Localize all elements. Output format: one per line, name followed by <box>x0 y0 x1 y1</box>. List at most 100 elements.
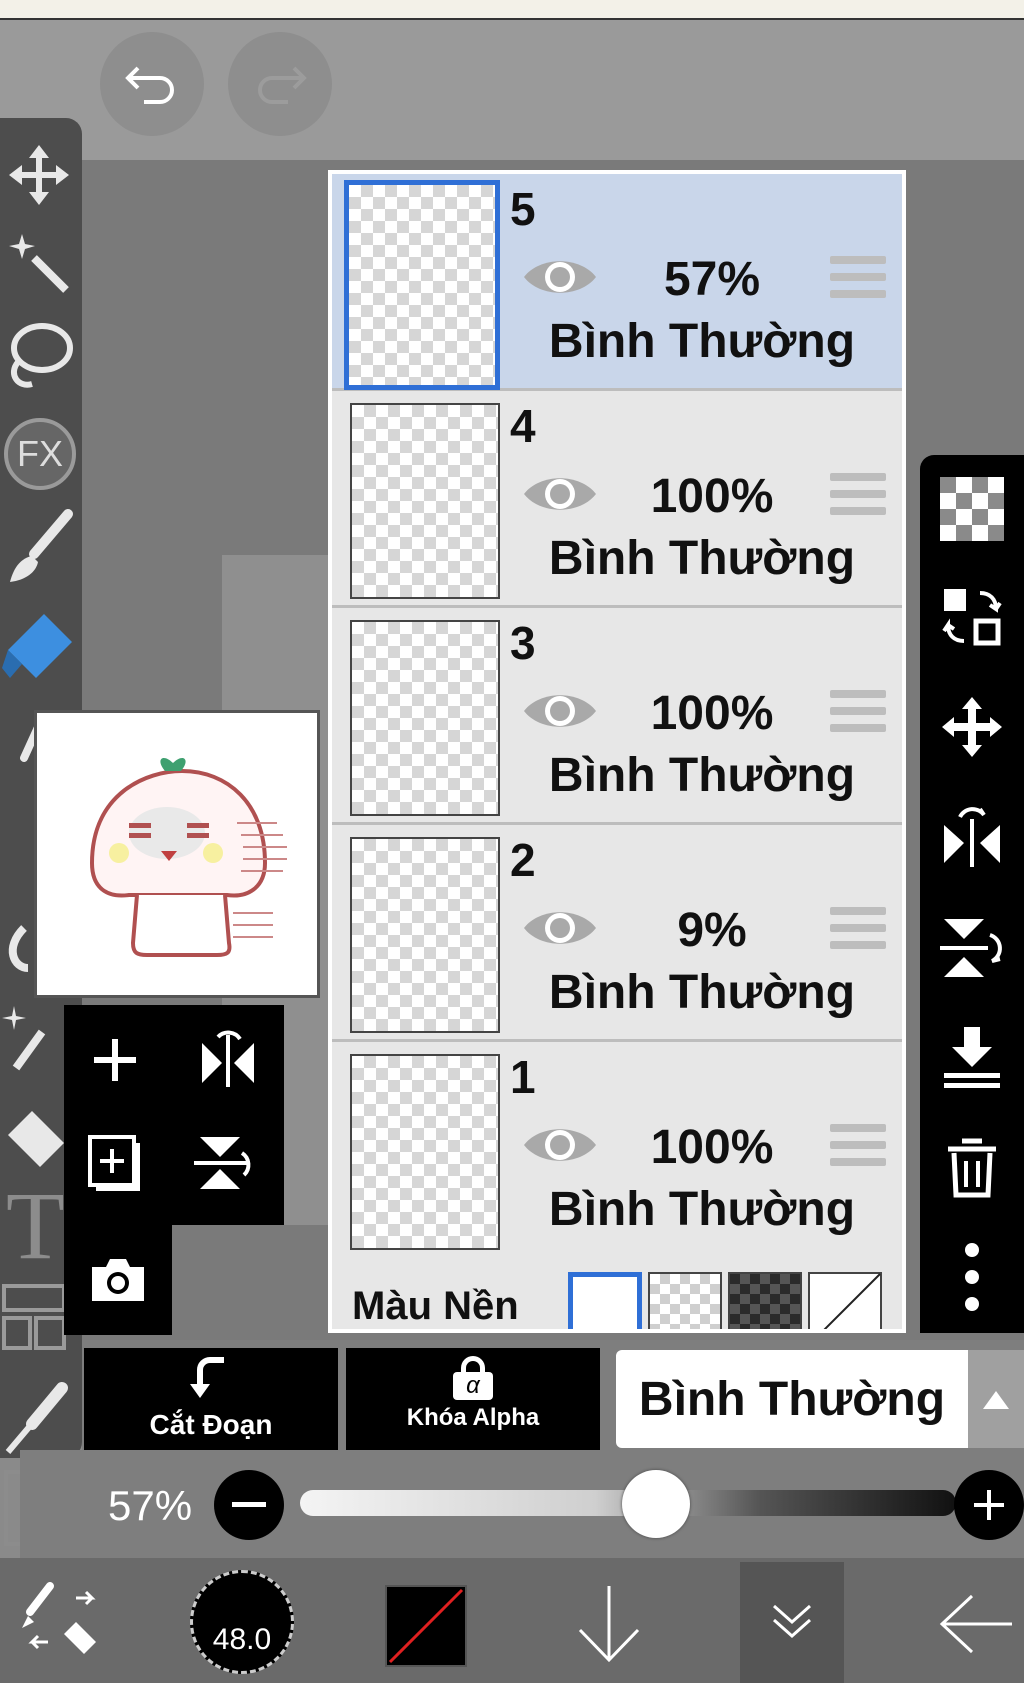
flip-horizontal-icon[interactable] <box>196 1029 260 1089</box>
plus-icon <box>974 1490 1004 1520</box>
minus-icon <box>232 1502 266 1507</box>
duplicate-layer-icon[interactable] <box>88 1135 144 1195</box>
brush-size-button[interactable]: 48.0 <box>190 1570 294 1674</box>
layer-number: 4 <box>510 400 536 452</box>
clip-arrow-icon <box>190 1357 224 1398</box>
visibility-eye-icon[interactable] <box>522 252 598 302</box>
drag-handle-icon[interactable] <box>830 907 886 958</box>
brush-eraser-toggle-icon[interactable] <box>20 1582 100 1658</box>
right-toolbar <box>920 455 1024 1333</box>
clipping-button[interactable]: Cắt Đoạn <box>84 1348 338 1452</box>
eraser-icon[interactable] <box>0 608 76 688</box>
layer-opacity: 100% <box>650 687 774 740</box>
layer-row-5[interactable]: 5 57% Bình Thường <box>332 174 902 391</box>
lock-icon: α <box>453 1356 493 1400</box>
layer-row-3[interactable]: 3 100% Bình Thường <box>332 608 902 825</box>
back-arrow-icon[interactable] <box>936 1592 1016 1656</box>
layer-blend-mode: Bình Thường <box>548 749 856 802</box>
layer-number: 2 <box>510 834 536 886</box>
layer-thumbnail[interactable] <box>350 1054 500 1250</box>
flip-vertical-icon[interactable] <box>192 1131 256 1195</box>
layer-thumbnail[interactable] <box>350 837 500 1033</box>
status-strip <box>0 0 1024 20</box>
bottom-toolbar: 48.0 <box>0 1558 1024 1683</box>
bg-transparent-swatch[interactable] <box>648 1272 722 1329</box>
layer-number: 3 <box>510 617 536 669</box>
opacity-label: 57% <box>108 1482 193 1529</box>
layer-row-1[interactable]: 1 100% Bình Thường <box>332 1042 902 1259</box>
eyedropper-icon[interactable] <box>2 1380 72 1460</box>
layer-opacity: 57% <box>663 253 761 306</box>
more-options-icon[interactable] <box>940 1243 1004 1311</box>
undo-button[interactable] <box>100 32 204 136</box>
layer-number: 5 <box>510 183 536 235</box>
alpha-lock-button[interactable]: α Khóa Alpha <box>346 1348 600 1452</box>
brush-icon[interactable] <box>4 508 74 588</box>
layer-thumbnail[interactable] <box>344 180 500 390</box>
delete-layer-icon[interactable] <box>940 1135 1004 1199</box>
lasso-icon[interactable] <box>4 318 74 398</box>
layer-panel: 5 57% Bình Thường 4 100% Bình Thường 3 1… <box>328 170 906 1333</box>
color-swatch-button[interactable] <box>384 1584 468 1668</box>
redo-button[interactable] <box>228 32 332 136</box>
visibility-eye-icon[interactable] <box>522 1120 598 1170</box>
layer-action-panel <box>64 1005 284 1335</box>
visibility-eye-icon[interactable] <box>522 903 598 953</box>
move-icon[interactable] <box>4 140 74 210</box>
alpha-lock-label: Khóa Alpha <box>406 1404 540 1431</box>
add-layer-icon[interactable] <box>90 1035 140 1085</box>
mushroom-artwork <box>89 757 287 957</box>
layer-row-2[interactable]: 2 9% Bình Thường <box>332 825 902 1042</box>
blend-mode-dropdown[interactable] <box>968 1350 1024 1448</box>
opacity-slider-thumb[interactable] <box>622 1470 690 1538</box>
flip-horizontal-icon[interactable] <box>940 805 1004 869</box>
camera-icon[interactable] <box>88 1255 148 1305</box>
drag-handle-icon[interactable] <box>830 256 886 307</box>
layer-number: 1 <box>510 1051 536 1103</box>
bg-white-swatch[interactable] <box>568 1272 642 1329</box>
fx-icon[interactable]: FX <box>4 418 76 490</box>
undo-icon <box>125 66 174 104</box>
bucket-icon[interactable] <box>2 1103 72 1173</box>
transparency-grid-icon[interactable] <box>940 477 1004 541</box>
layer-blend-mode: Bình Thường <box>548 1183 856 1236</box>
layer-row-4[interactable]: 4 100% Bình Thường <box>332 391 902 608</box>
layer-blend-mode: Bình Thường <box>548 966 856 1019</box>
layer-opacity: 100% <box>650 470 774 523</box>
layer-opacity: 9% <box>677 904 747 957</box>
drag-handle-icon[interactable] <box>830 473 886 524</box>
chevron-double-down-icon <box>773 1604 811 1639</box>
sparkle-pen-icon[interactable] <box>2 998 72 1078</box>
blend-mode-select[interactable]: Bình Thường <box>616 1350 968 1448</box>
visibility-eye-icon[interactable] <box>522 469 598 519</box>
redo-icon <box>258 66 307 104</box>
bg-none-swatch[interactable] <box>808 1272 882 1333</box>
layer-opacity: 100% <box>650 1121 774 1174</box>
layer-thumbnail[interactable] <box>350 403 500 599</box>
frame-icon[interactable] <box>0 1278 70 1358</box>
layer-thumbnail[interactable] <box>350 620 500 816</box>
background-label: Màu Nền <box>352 1284 519 1328</box>
triangle-up-icon <box>983 1391 1009 1409</box>
navigator-preview[interactable] <box>34 710 320 998</box>
opacity-increase-button[interactable] <box>954 1470 1024 1540</box>
merge-down-icon[interactable] <box>940 1025 1004 1089</box>
opacity-slider-row: 57% <box>20 1450 1024 1558</box>
layer-blend-mode: Bình Thường <box>548 532 856 585</box>
clip-label: Cắt Đoạn <box>149 1409 273 1440</box>
flip-vertical-icon[interactable] <box>940 915 1004 979</box>
text-icon[interactable]: T <box>6 1178 65 1274</box>
background-color-row: Màu Nền <box>332 1254 902 1333</box>
opacity-decrease-button[interactable] <box>214 1470 284 1540</box>
drag-handle-icon[interactable] <box>830 1124 886 1175</box>
swap-layer-icon[interactable] <box>940 585 1004 649</box>
magic-wand-icon[interactable] <box>4 228 74 298</box>
layer-options-bar: Cắt Đoạn α Khóa Alpha Bình Thường <box>82 1340 1024 1452</box>
layers-menu-button[interactable] <box>740 1562 844 1683</box>
visibility-eye-icon[interactable] <box>522 686 598 736</box>
bg-dark-swatch[interactable] <box>728 1272 802 1329</box>
drag-handle-icon[interactable] <box>830 690 886 741</box>
move-layer-icon[interactable] <box>940 695 1004 759</box>
arrow-down-icon[interactable] <box>574 1582 644 1666</box>
layer-blend-mode: Bình Thường <box>548 315 856 368</box>
